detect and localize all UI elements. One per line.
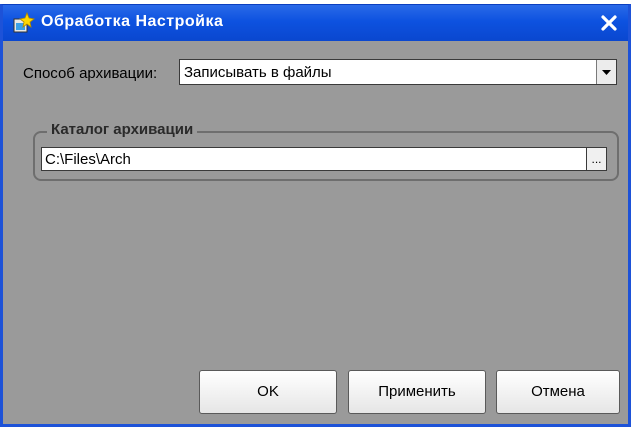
window-title: Обработка Настройка	[41, 13, 224, 30]
archive-method-value: Записывать в файлы	[184, 64, 332, 81]
browse-button[interactable]: ...	[587, 147, 607, 171]
archive-path-field[interactable]: C:\Files\Arch	[41, 147, 587, 171]
archive-method-select[interactable]: Записывать в файлы	[179, 59, 617, 85]
apply-button[interactable]: Применить	[348, 370, 486, 414]
close-icon[interactable]	[596, 10, 622, 36]
chevron-down-icon[interactable]	[596, 60, 616, 84]
archive-method-label: Способ архивации:	[23, 65, 158, 82]
cancel-button[interactable]: Отмена	[496, 370, 620, 414]
processing-icon	[11, 11, 35, 35]
title-bar[interactable]: Обработка Настройка	[3, 5, 628, 41]
ok-button[interactable]: OK	[199, 370, 337, 414]
settings-dialog: Обработка Настройка Способ архивации: За…	[0, 4, 631, 427]
archive-directory-title: Каталог архивации	[47, 121, 198, 138]
